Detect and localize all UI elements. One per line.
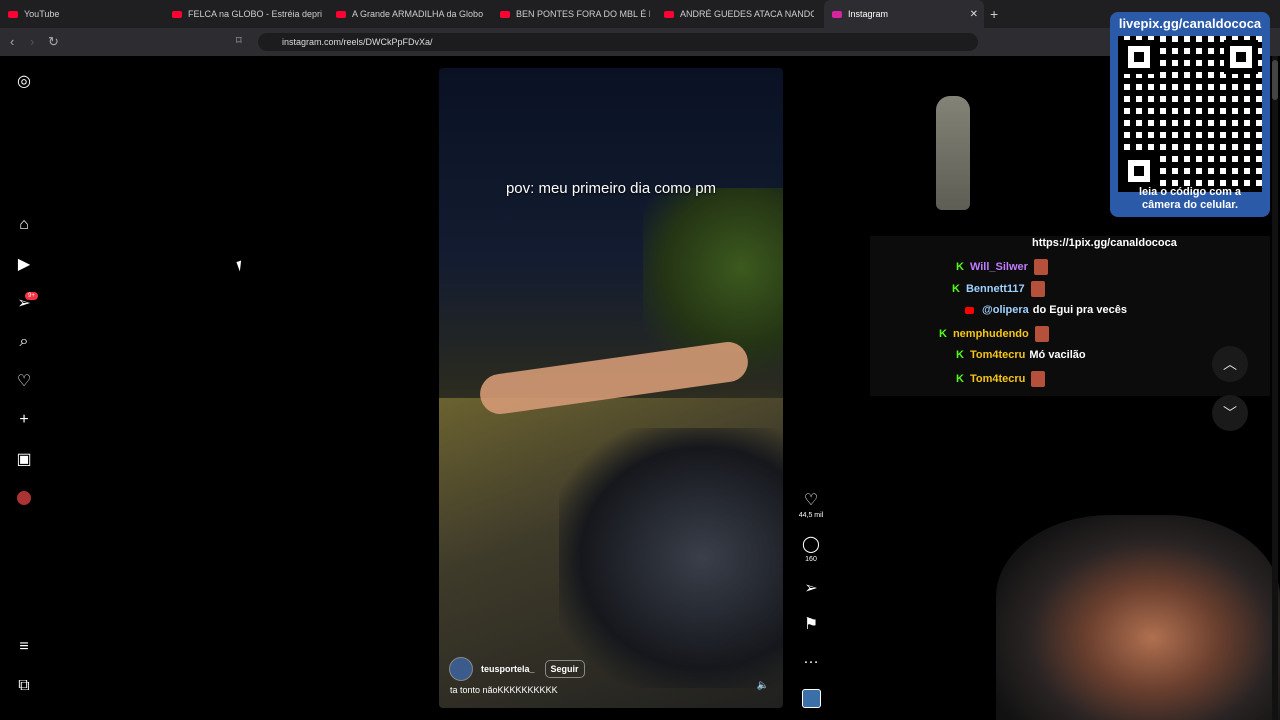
reel-caption: pov: meu primeiro dia como pm — [505, 180, 717, 197]
author-username[interactable]: teusportela_ — [481, 664, 535, 674]
home-icon[interactable]: ⌂ — [14, 215, 34, 235]
youtube-icon — [500, 10, 510, 18]
more-icon: … — [803, 650, 819, 667]
chat-message: K Bennett117 — [952, 281, 1045, 297]
kick-icon: K — [939, 328, 947, 340]
kick-icon: K — [956, 261, 964, 273]
audio-thumbnail[interactable] — [802, 689, 821, 708]
kick-icon: K — [956, 373, 964, 385]
chat-message: K Will_Silwer — [956, 259, 1048, 275]
kick-icon: K — [956, 349, 964, 361]
dashboard-icon[interactable]: ▣ — [14, 449, 34, 469]
bookmark-icon[interactable]: ⌑ — [236, 34, 242, 47]
close-icon[interactable]: ✕ — [970, 9, 978, 20]
heart-icon[interactable]: ♡ — [14, 371, 34, 391]
profile-avatar[interactable] — [14, 488, 34, 508]
previous-reel-button[interactable]: ︿ — [1212, 346, 1248, 382]
reels-icon[interactable]: ▶ — [14, 254, 34, 274]
kick-icon: K — [952, 283, 960, 295]
tab-ben-pontes[interactable]: BEN PONTES FORA DO MBL É BOM — [500, 0, 650, 28]
volume-icon[interactable]: 🔈 — [757, 680, 769, 691]
chat-link: https://1pix.gg/canaldococa — [1032, 237, 1177, 249]
new-tab-button[interactable]: + — [990, 6, 998, 22]
streamer-webcam — [996, 515, 1280, 720]
notification-badge: 9+ — [25, 292, 38, 300]
chat-message: K Tom4tecru Mó vacilão — [956, 349, 1086, 361]
instagram-icon — [832, 10, 842, 18]
chat-message: @olipera do Egui pra vecês — [965, 304, 1127, 316]
instagram-logo-icon[interactable]: ◎ — [14, 71, 34, 91]
like-button[interactable]: ♡ 44,5 mil — [796, 490, 826, 519]
tab-youtube[interactable]: YouTube — [8, 0, 158, 28]
youtube-icon — [172, 10, 182, 18]
tab-felca[interactable]: FELCA na GLOBO - Estréia depriment — [172, 0, 322, 28]
mouse-cursor — [236, 260, 245, 272]
reload-icon[interactable]: ↻ — [48, 34, 59, 50]
reel-video[interactable]: pov: meu primeiro dia como pm teusportel… — [439, 68, 783, 708]
emote-icon — [1031, 371, 1046, 387]
emote-icon — [1033, 259, 1048, 275]
search-icon[interactable]: ⌕ — [14, 332, 34, 352]
wolf-overlay-image — [936, 96, 970, 210]
car-interior — [559, 428, 783, 688]
back-icon[interactable]: ‹ — [10, 34, 14, 49]
browser-tab-bar: YouTube FELCA na GLOBO - Estréia deprime… — [0, 0, 1280, 28]
save-button[interactable]: ⚑ — [796, 614, 826, 634]
scrollbar-thumb[interactable] — [1272, 60, 1278, 100]
tab-andre-guedes[interactable]: ANDRÉ GUEDES ATACA NANDO MO — [664, 0, 814, 28]
scrollbar[interactable] — [1272, 56, 1278, 720]
emote-icon — [1030, 281, 1045, 297]
tab-armadilha[interactable]: A Grande ARMADILHA da Globo - Yo — [336, 0, 486, 28]
more-apps-icon[interactable]: ⧉ — [14, 676, 34, 696]
emote-icon — [1034, 326, 1049, 342]
author-avatar[interactable] — [449, 657, 473, 681]
send-icon: ➢ — [804, 580, 818, 597]
follow-button[interactable]: Seguir — [544, 660, 585, 678]
comment-count: 160 — [805, 556, 817, 563]
youtube-icon — [664, 10, 674, 18]
create-icon[interactable]: + — [14, 410, 34, 430]
youtube-icon — [8, 10, 18, 18]
qr-caption: leia o código com a câmera do celular. — [1138, 186, 1242, 211]
qr-code — [1118, 36, 1262, 192]
more-options-button[interactable]: … — [796, 650, 826, 668]
qr-title: livepix.gg/canaldococa — [1118, 16, 1262, 31]
qr-panel: livepix.gg/canaldococa leia o código com… — [1110, 12, 1270, 217]
youtube-icon — [965, 306, 974, 314]
reel-author: teusportela_ Seguir — [449, 657, 585, 681]
comment-icon: ◯ — [802, 536, 820, 553]
heart-icon: ♡ — [803, 492, 819, 509]
reel-description: ta tonto nãoKKKKKKKKKK — [450, 685, 558, 695]
like-count: 44,5 mil — [798, 512, 824, 519]
chat-message: K Tom4tecru — [956, 371, 1046, 387]
chevron-down-icon: ﹀ — [1223, 405, 1237, 421]
chat-message: K nemphudendo — [939, 326, 1049, 342]
comment-button[interactable]: ◯ 160 — [796, 534, 826, 563]
forward-icon[interactable]: › — [30, 34, 34, 49]
url-field[interactable]: instagram.com/reels/DWCkPpFDvXa/ — [258, 33, 978, 51]
next-reel-button[interactable]: ﹀ — [1212, 395, 1248, 431]
youtube-icon — [336, 10, 346, 18]
bookmark-icon: ⚑ — [803, 616, 819, 633]
tab-instagram[interactable]: Instagram ✕ — [824, 0, 984, 28]
share-button[interactable]: ➢ — [796, 578, 826, 598]
menu-icon[interactable]: ≡ — [14, 637, 34, 657]
stream-chat — [870, 236, 1270, 396]
chevron-up-icon: ︿ — [1223, 356, 1237, 372]
